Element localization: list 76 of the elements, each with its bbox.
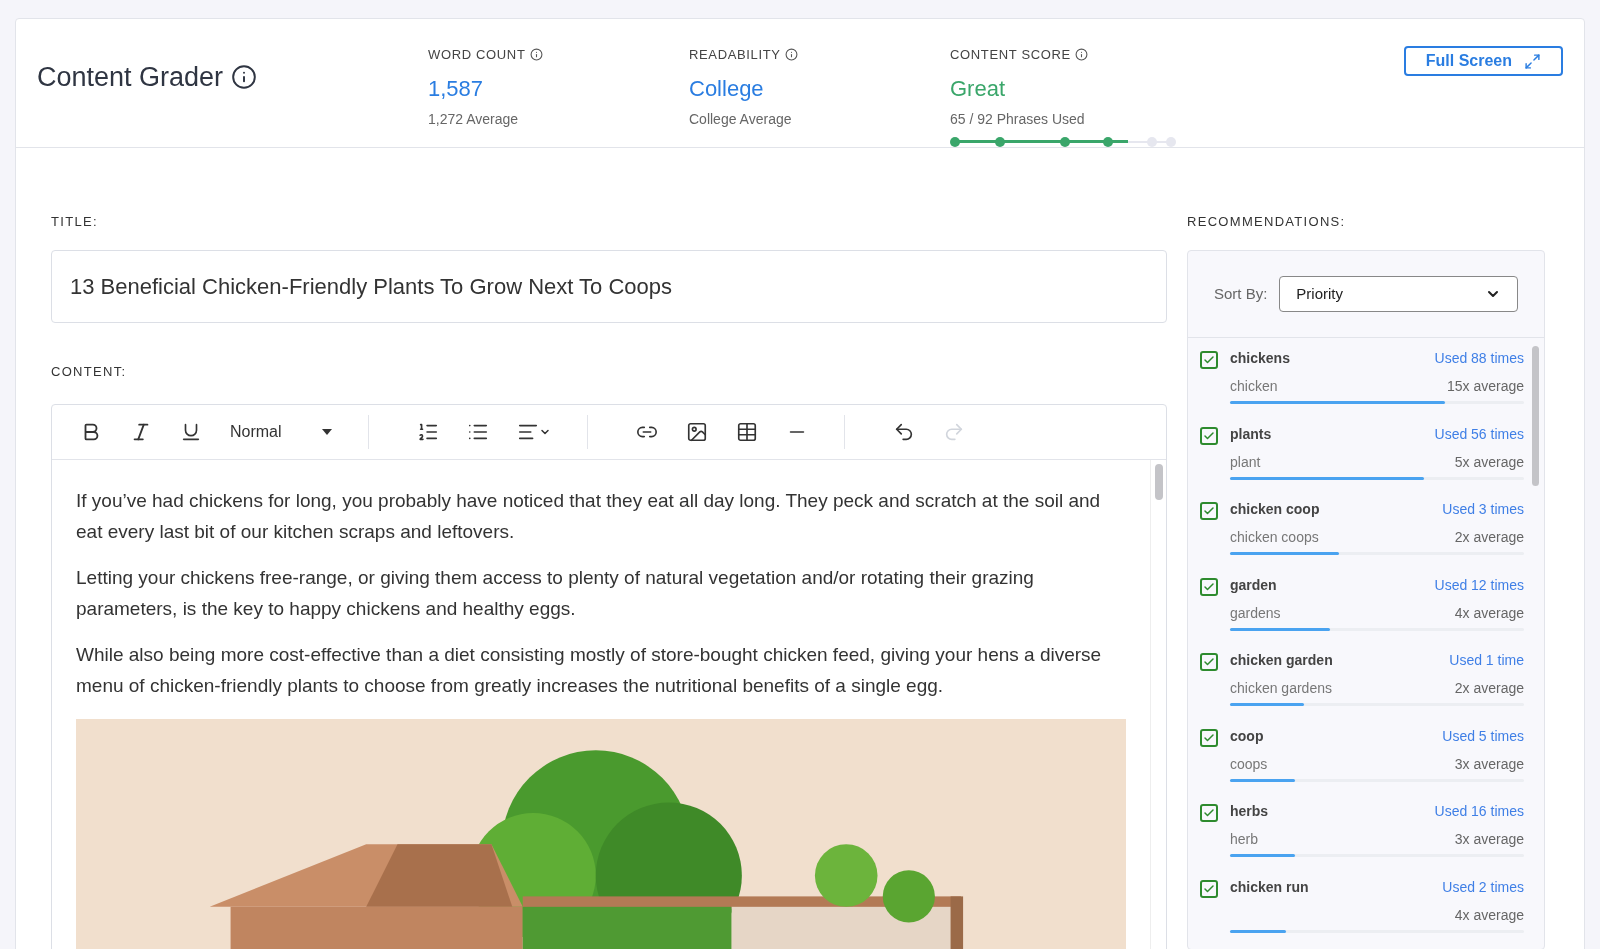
expand-icon — [1524, 52, 1541, 70]
check-icon — [1203, 429, 1215, 442]
metric-value: College — [689, 74, 765, 103]
phrase-term: plants — [1230, 424, 1272, 444]
checkbox[interactable] — [1200, 804, 1218, 822]
metric-label: READABILITY — [689, 46, 781, 64]
check-icon — [1203, 656, 1215, 668]
phrase-variant: chicken coops — [1230, 528, 1319, 544]
check-icon — [1203, 505, 1215, 517]
phrase-term: garden — [1230, 575, 1277, 595]
checkbox[interactable] — [1200, 653, 1218, 671]
usage-count: Used 5 times — [1442, 726, 1524, 746]
phrase-term: herbs — [1230, 802, 1269, 821]
usage-count: Used 1 time — [1449, 651, 1524, 670]
usage-count: Used 12 times — [1434, 575, 1524, 595]
average-text: 2x average — [1454, 679, 1524, 695]
phrase-variant: chicken — [1230, 377, 1278, 393]
section-label: CONTENT: — [51, 363, 128, 381]
average-text: 2x average — [1454, 528, 1524, 544]
phrase-variant: plant — [1230, 452, 1261, 469]
content-paragraph: Letting your chickens free-range, or giving them access to plenty of natural vegetation and/or rotating their grazing parameters, is the key to happy chickens and healthy eggs. — [76, 565, 1035, 621]
checkbox[interactable] — [1200, 577, 1218, 596]
check-icon — [1203, 807, 1215, 819]
phrase-term: chicken coop — [1230, 500, 1320, 519]
content-paragraph: While also being more cost-effective than a diet consisting mostly of store-bought chicken feed, giving your hens a diverse menu of chicken-friendly plants to choose from greatly increases the nutritional benefits of a single egg. — [76, 642, 1103, 698]
check-icon — [1203, 882, 1215, 895]
phrase-variant: chicken gardens — [1230, 679, 1332, 695]
phrase-variant: herb — [1230, 830, 1259, 846]
title-field[interactable]: 13 Beneficial Chicken-Friendly Plants To Grow Next To Coops — [51, 250, 1167, 323]
style-dropdown[interactable]: Normal — [222, 413, 340, 450]
info-icon[interactable] — [529, 48, 543, 62]
phrase-term: chicken garden — [1230, 651, 1333, 670]
usage-count: Used 56 times — [1434, 424, 1524, 444]
checkbox[interactable] — [1200, 502, 1218, 520]
metric-value: 1,587 — [428, 74, 485, 103]
content-paragraph: If you’ve had chickens for long, you probably have noticed that they eat all day long. They peck and scratch at the soil and eat every last bit of our kitchen scraps and leftovers. — [76, 488, 1102, 544]
section-label: TITLE: — [51, 212, 99, 231]
checkbox[interactable] — [1200, 351, 1218, 369]
average-text: 4x average — [1454, 905, 1524, 922]
average-text: 15x average — [1446, 377, 1524, 393]
info-icon[interactable] — [1074, 48, 1088, 62]
phrase-term: chicken run — [1230, 877, 1309, 897]
phrase-term: coop — [1230, 726, 1264, 746]
metric-label: CONTENT SCORE — [950, 46, 1071, 64]
full-screen-button[interactable]: Full Screen — [1403, 46, 1563, 76]
phrase-variant: coops — [1230, 754, 1268, 771]
info-icon[interactable] — [784, 48, 798, 62]
average-text: 3x average — [1454, 754, 1524, 771]
metric-label: WORD COUNT — [428, 46, 526, 64]
usage-count: Used 3 times — [1442, 500, 1524, 519]
metric-caption: 65 / 92 Phrases Used — [950, 109, 1086, 129]
check-icon — [1203, 354, 1215, 366]
check-icon — [1203, 731, 1215, 744]
metric-caption: College Average — [689, 109, 793, 129]
phrase-variant: gardens — [1230, 603, 1281, 620]
scrollbar-thumb[interactable] — [1532, 346, 1539, 486]
checkbox[interactable] — [1200, 426, 1218, 445]
average-text: 4x average — [1454, 603, 1524, 620]
usage-count: Used 2 times — [1442, 877, 1524, 897]
checkbox[interactable] — [1200, 879, 1218, 898]
average-text: 3x average — [1454, 830, 1524, 846]
usage-count: Used 16 times — [1434, 802, 1524, 821]
metric-value: Great — [950, 74, 1007, 103]
info-icon[interactable] — [231, 64, 258, 91]
metric-caption: 1,272 Average — [428, 109, 520, 129]
section-label: RECOMMENDATIONS: — [1187, 212, 1347, 231]
scrollbar-thumb[interactable] — [1154, 463, 1163, 500]
caret-icon — [321, 428, 332, 435]
page-title: Content Grader — [37, 61, 224, 94]
check-icon — [1203, 580, 1215, 593]
checkbox[interactable] — [1200, 728, 1218, 747]
usage-count: Used 88 times — [1434, 349, 1524, 368]
average-text: 5x average — [1454, 452, 1524, 469]
sort-label: Sort By: — [1214, 283, 1268, 304]
sort-select[interactable]: Priority — [1279, 276, 1518, 312]
phrase-term: chickens — [1230, 349, 1290, 368]
